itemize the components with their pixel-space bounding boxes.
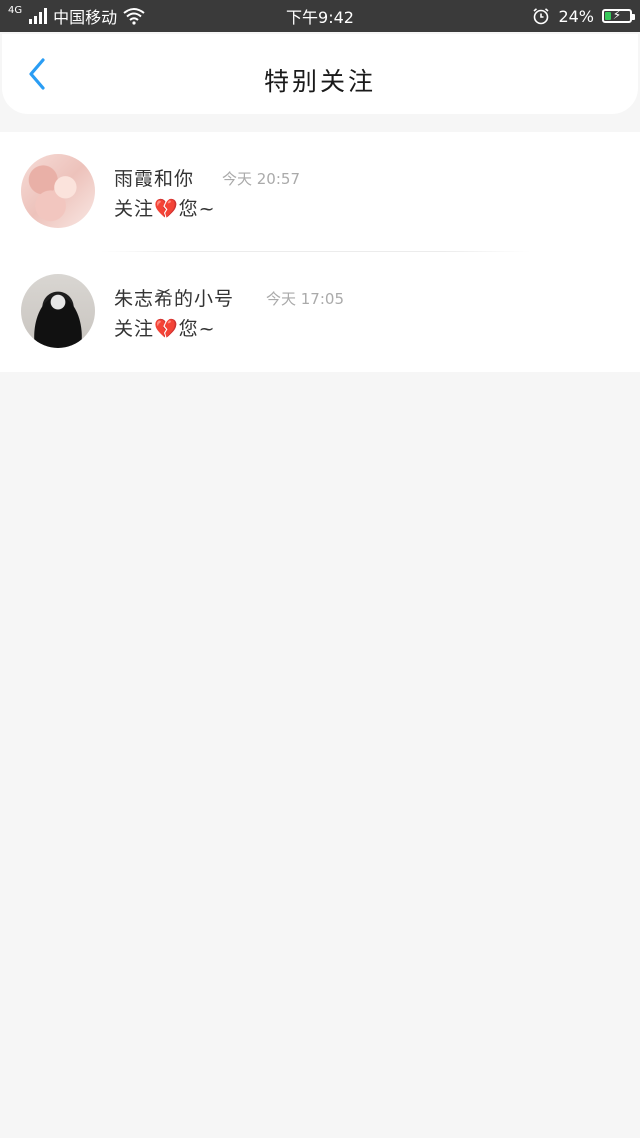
charging-bolt-icon: ⚡: [612, 8, 622, 22]
battery-icon: ⚡: [602, 8, 635, 23]
timestamp: 今天 20:57: [222, 170, 300, 188]
user-name: 朱志希的小号: [114, 288, 235, 310]
status-bar-right: 24% ⚡: [532, 0, 635, 32]
avatar[interactable]: [21, 274, 95, 348]
list-item[interactable]: 雨霞和你 今天 20:57 关注💔您~: [0, 132, 640, 252]
timestamp: 今天 17:05: [266, 290, 344, 308]
follow-notice: 关注💔您~: [114, 318, 216, 340]
nav-header: 特别关注: [2, 34, 638, 114]
follow-notice: 关注💔您~: [114, 198, 216, 220]
list-item[interactable]: 朱志希的小号 今天 17:05 关注💔您~: [0, 252, 640, 372]
page-title: 特别关注: [263, 67, 376, 96]
status-bar: 4G 中国移动 下午9:42 24% ⚡: [0, 0, 640, 32]
clock: 下午9:42: [286, 8, 354, 27]
avatar[interactable]: [21, 154, 95, 228]
user-name: 雨霞和你: [114, 168, 195, 190]
battery-percent: 24%: [558, 6, 594, 26]
alarm-clock-icon: [533, 8, 549, 25]
special-follow-list: 雨霞和你 今天 20:57 关注💔您~ 朱志希的小号 今天 17:05 关注💔您…: [0, 132, 640, 372]
